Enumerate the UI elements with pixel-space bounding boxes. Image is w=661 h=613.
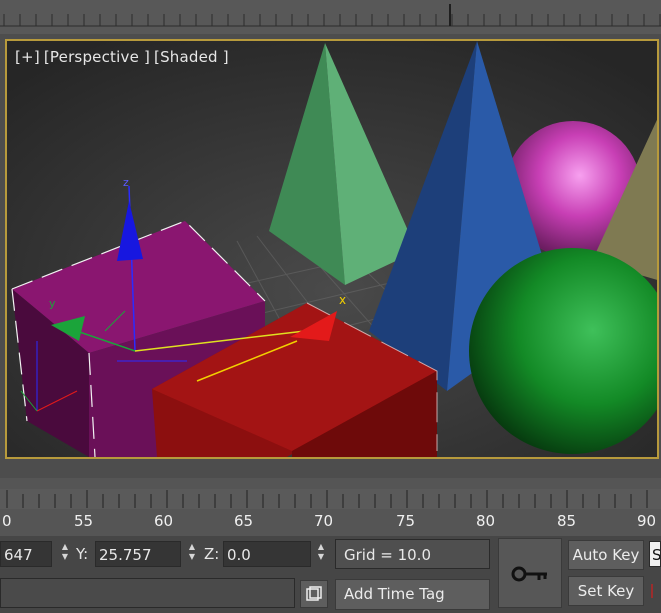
z-coord-field[interactable]: 0.0 xyxy=(223,541,311,567)
add-time-tag-button[interactable]: Add Time Tag xyxy=(335,579,490,610)
tick-label: 60 xyxy=(154,512,174,530)
tick-label: 80 xyxy=(476,512,496,530)
isolate-icon xyxy=(306,586,322,601)
key-icon xyxy=(511,566,547,582)
top-track-bar[interactable] xyxy=(0,0,661,34)
timeline-ruler[interactable]: 0 55 60 65 70 75 80 85 90 xyxy=(0,478,661,536)
viewport-labels[interactable]: [+] [Perspective ] [Shaded ] xyxy=(15,48,233,66)
tick-label: 0 xyxy=(2,512,12,530)
prompt-line[interactable] xyxy=(0,578,295,608)
gizmo-y-label: y xyxy=(49,297,56,310)
y-coord-label: Y: xyxy=(76,545,89,563)
key-filter-dropdown[interactable]: S xyxy=(649,541,661,567)
tick-label: 90 xyxy=(637,512,657,530)
x-spinner[interactable]: ▲ ▼ xyxy=(59,542,71,566)
isolate-toggle-button[interactable] xyxy=(300,580,328,608)
tick-label: 75 xyxy=(396,512,416,530)
viewport-shading-label[interactable]: [Shaded ] xyxy=(154,48,229,66)
tick-label: 70 xyxy=(314,512,334,530)
y-spinner[interactable]: ▲ ▼ xyxy=(186,542,198,566)
y-coord-field[interactable]: 25.757 xyxy=(95,541,181,567)
tick-label: 85 xyxy=(557,512,577,530)
key-indicator xyxy=(651,584,661,598)
z-spinner[interactable]: ▲ ▼ xyxy=(315,542,327,566)
x-coord-field[interactable]: 647 xyxy=(0,541,52,567)
set-key-mode-button[interactable] xyxy=(498,538,562,608)
tick-label: 65 xyxy=(234,512,254,530)
gizmo-x-label: x xyxy=(339,293,346,307)
grid-readout: Grid = 10.0 xyxy=(335,539,490,569)
gizmo-z-label: z xyxy=(123,176,129,189)
set-key-button[interactable]: Set Key xyxy=(568,576,644,606)
z-coord-label: Z: xyxy=(204,545,220,563)
viewport-plus-menu[interactable]: [+] xyxy=(15,48,40,66)
viewport-view-label[interactable]: [Perspective ] xyxy=(44,48,150,66)
tick-label: 55 xyxy=(74,512,94,530)
perspective-viewport[interactable]: z y x [+] [Perspective ] [Shaded ] xyxy=(5,39,659,459)
status-bar: 647 ▲ ▼ Y: 25.757 ▲ ▼ Z: 0.0 ▲ ▼ Grid = 10.… xyxy=(0,536,661,613)
auto-key-button[interactable]: Auto Key xyxy=(568,540,644,570)
